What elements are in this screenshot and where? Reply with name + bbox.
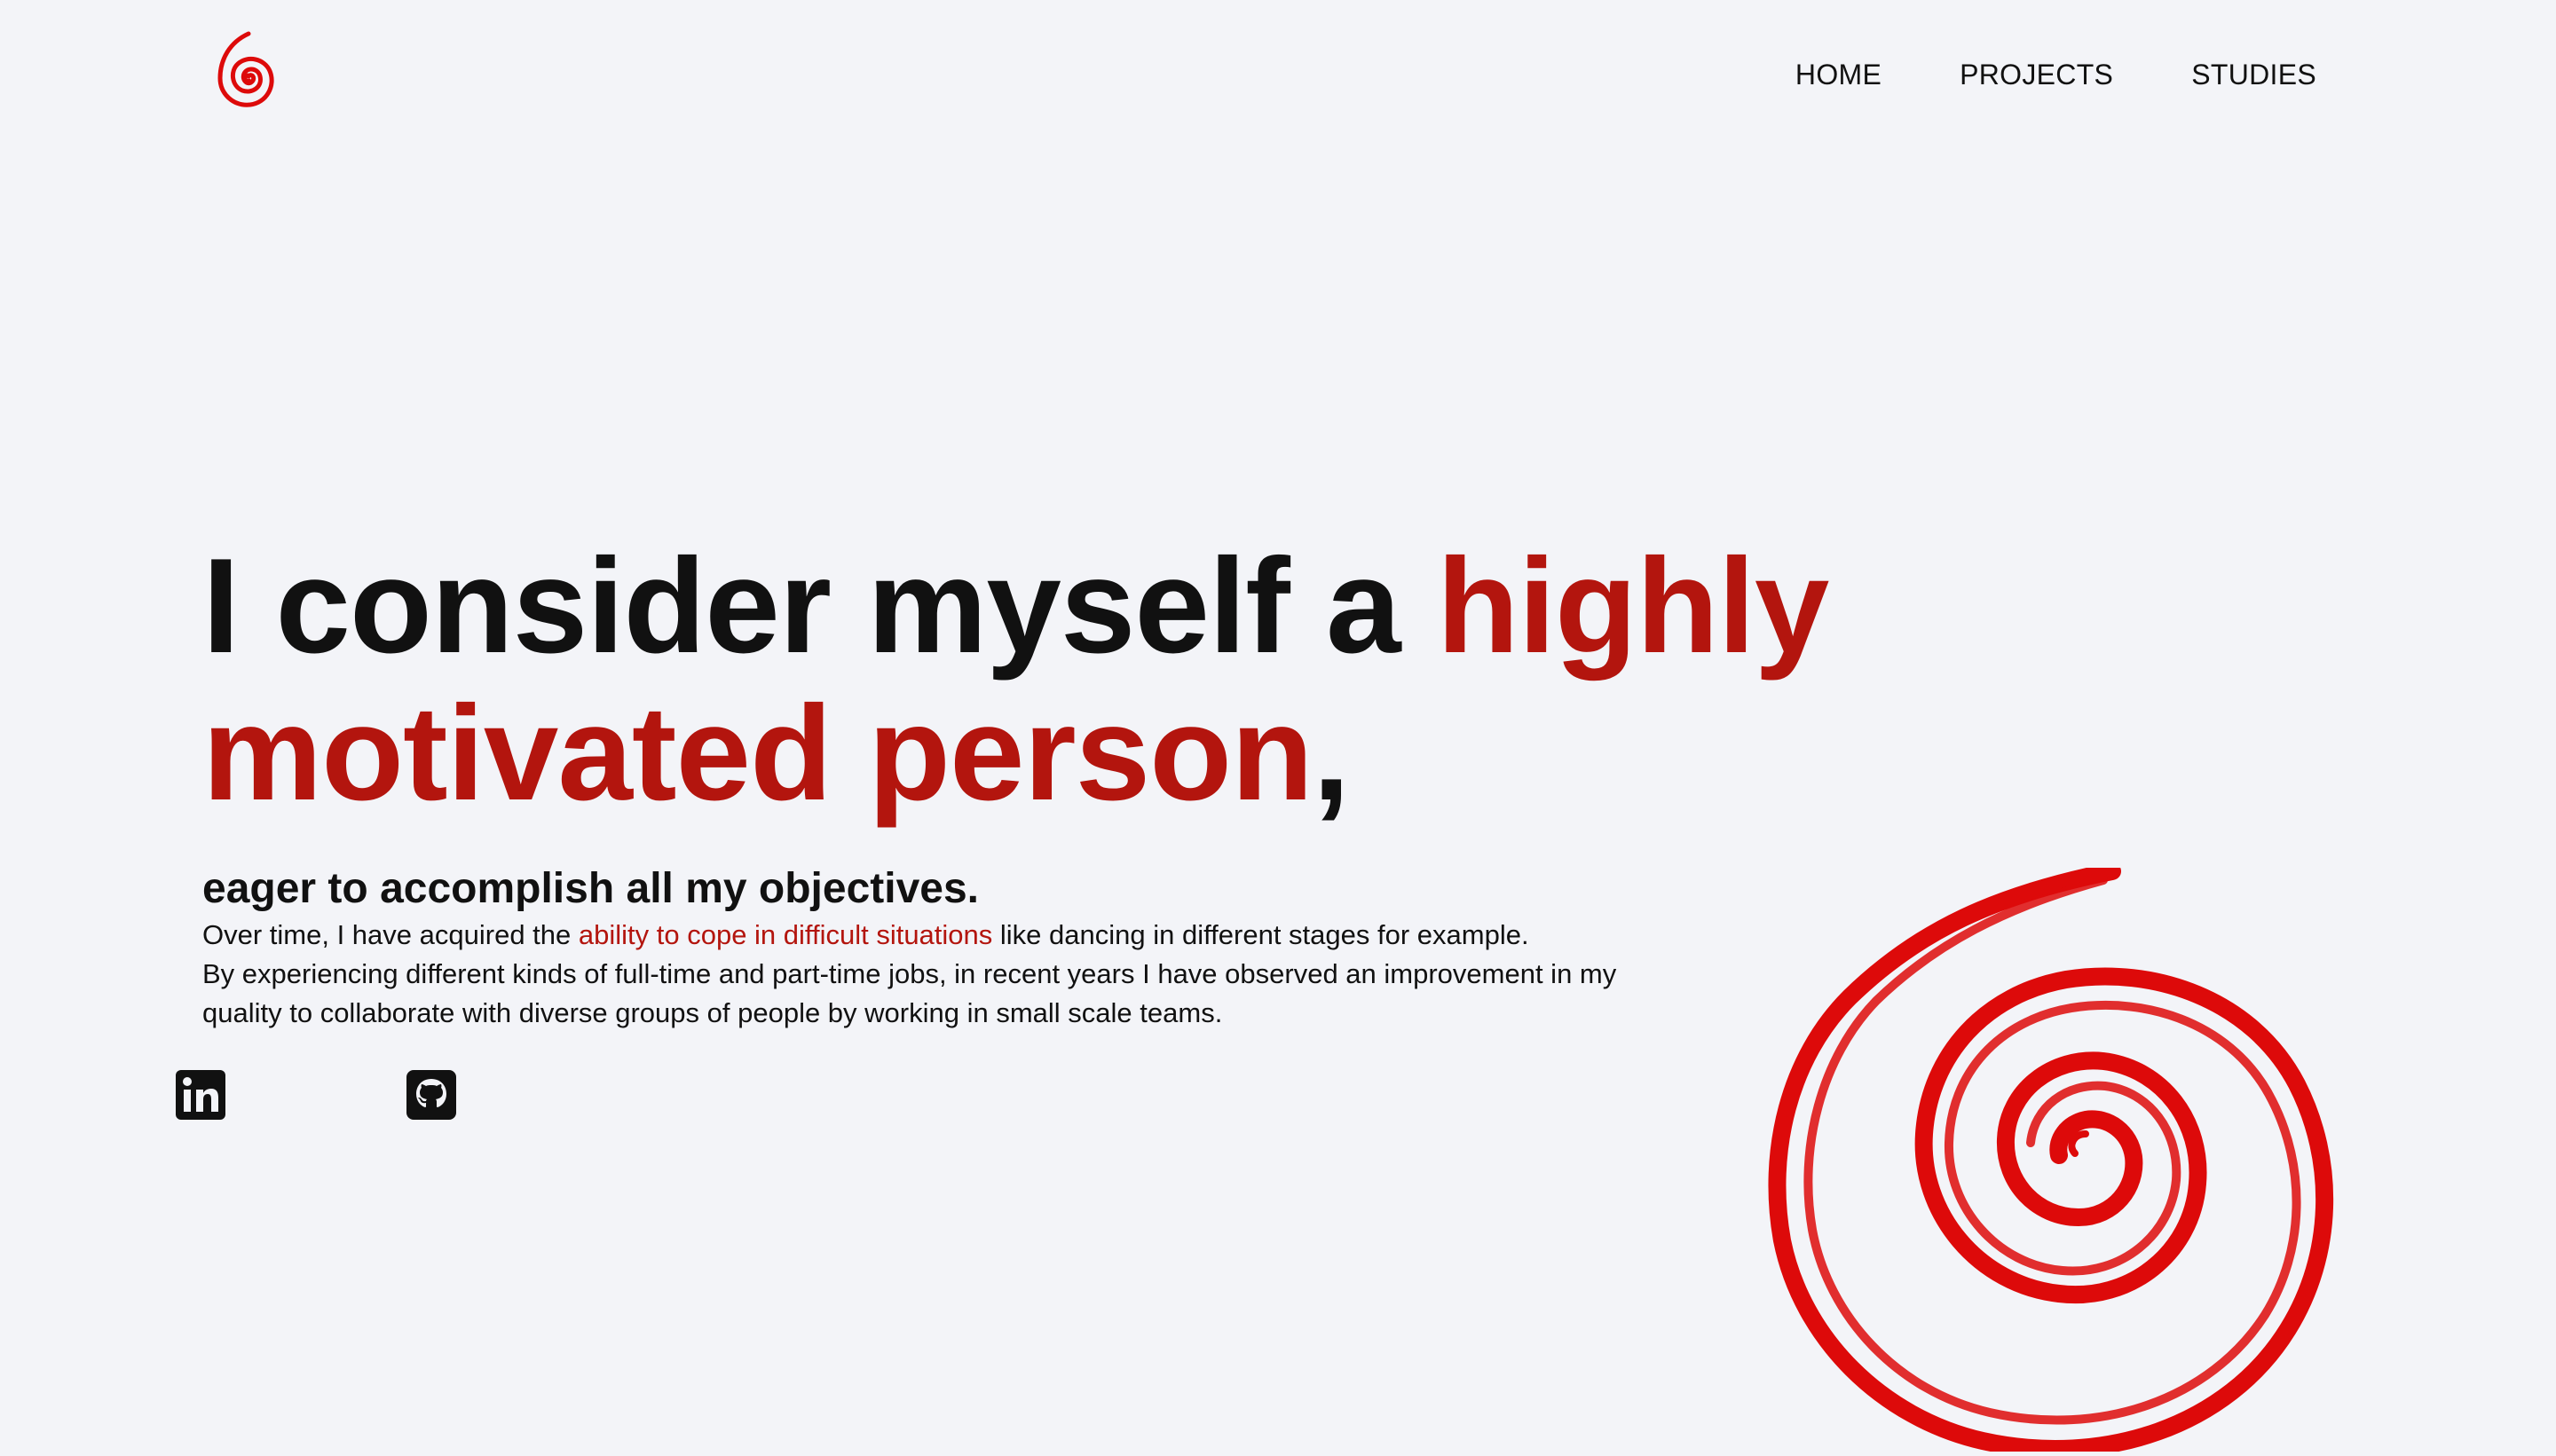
hero-text-end: , xyxy=(1312,678,1350,829)
hero-text-start: I consider myself a xyxy=(202,531,1437,681)
linkedin-icon[interactable] xyxy=(176,1070,225,1120)
intro-paragraph: Over time, I have acquired the ability t… xyxy=(202,916,1640,1033)
intro-subheading: eager to accomplish all my objectives. xyxy=(202,865,980,912)
logo-spiral-icon[interactable] xyxy=(202,28,295,124)
nav-projects[interactable]: PROJECTS xyxy=(1960,59,2113,91)
intro-text-2: like dancing in different stages for exa… xyxy=(992,919,1529,950)
red-spiral-icon xyxy=(1766,862,2341,1456)
intro-text-3: By experiencing different kinds of full-… xyxy=(202,958,1617,1028)
main-nav: HOME PROJECTS STUDIES xyxy=(1795,59,2316,91)
intro-text-1: Over time, I have acquired the xyxy=(202,919,579,950)
intro-highlight: ability to cope in difficult situations xyxy=(578,919,993,950)
hero-headline: I consider myself a highly motivated per… xyxy=(202,532,2403,827)
nav-home[interactable]: HOME xyxy=(1795,59,1882,91)
nav-studies[interactable]: STUDIES xyxy=(2191,59,2316,91)
github-icon[interactable] xyxy=(406,1070,456,1120)
